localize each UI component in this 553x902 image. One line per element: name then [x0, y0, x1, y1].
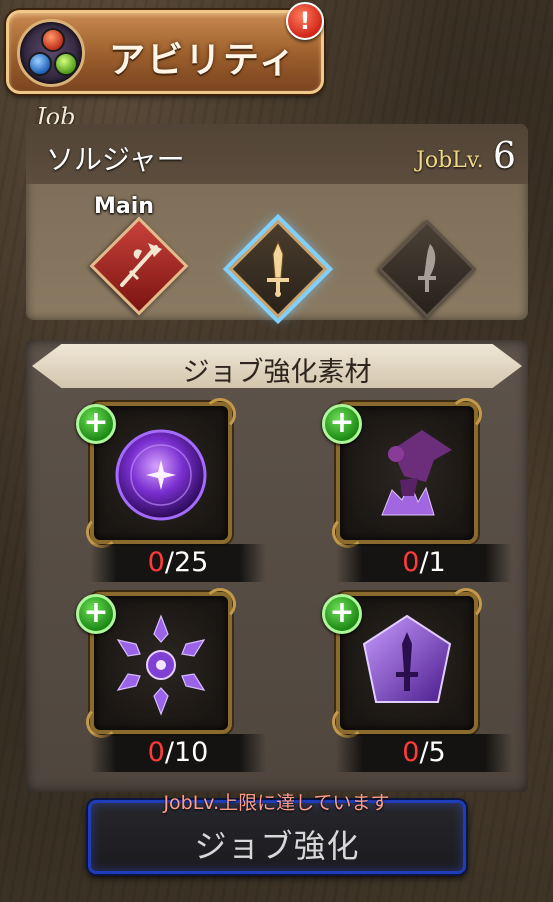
material-count: 0/25: [90, 544, 266, 582]
job-name: ソルジャー: [46, 143, 185, 176]
halberd-icon: [120, 243, 162, 287]
weapon-halberd-button[interactable]: [89, 216, 189, 316]
materials-title: ジョブ強化素材: [182, 357, 372, 388]
material-slot-sword-gem[interactable]: + 0/5: [322, 588, 512, 772]
job-level-value: 6: [493, 136, 516, 177]
ability-emblem-icon: [17, 19, 85, 87]
add-material-button[interactable]: +: [322, 594, 362, 634]
material-slot-snowflake[interactable]: + 0/10: [76, 588, 266, 772]
material-count: 0/10: [90, 734, 266, 772]
add-material-button[interactable]: +: [76, 594, 116, 634]
material-count: 0/5: [336, 734, 512, 772]
sword-icon: [267, 240, 289, 297]
weapon-sword-button[interactable]: [228, 219, 328, 319]
blue-orb-icon: [28, 52, 52, 76]
material-slot-orb[interactable]: + 0/25: [76, 398, 266, 582]
green-orb-icon: [54, 52, 78, 76]
materials-panel: ジョブ強化素材 + 0/25 + 0/1 + 0/10 + 0/5: [26, 340, 528, 792]
main-weapon-tag: Main: [94, 194, 154, 219]
job-panel: ソルジャー JobLv. 6 Main: [26, 124, 528, 320]
alert-badge-icon[interactable]: !: [286, 2, 324, 40]
job-level-label: JobLv.: [416, 148, 484, 173]
level-cap-notice: JobLv.上限に達しています: [163, 792, 390, 814]
purple-dragon-icon: [381, 430, 452, 516]
weapon-dagger-button[interactable]: [377, 219, 477, 319]
add-material-button[interactable]: +: [76, 404, 116, 444]
add-material-button[interactable]: +: [322, 404, 362, 444]
job-name-bar: ソルジャー JobLv. 6: [26, 124, 528, 184]
purple-sword-gem-icon: [362, 614, 452, 703]
page-title: アビリティ: [109, 40, 297, 81]
purple-orb-icon: [115, 429, 207, 521]
purple-snowflake-crystal-icon: [116, 614, 206, 716]
red-orb-icon: [41, 28, 65, 52]
material-count: 0/1: [336, 544, 512, 582]
job-upgrade-label: ジョブ強化: [194, 827, 360, 865]
ability-header[interactable]: アビリティ: [6, 10, 324, 94]
dagger-icon: [418, 244, 436, 292]
materials-banner: ジョブ強化素材: [32, 344, 522, 388]
material-slot-dragon[interactable]: + 0/1: [322, 398, 512, 582]
